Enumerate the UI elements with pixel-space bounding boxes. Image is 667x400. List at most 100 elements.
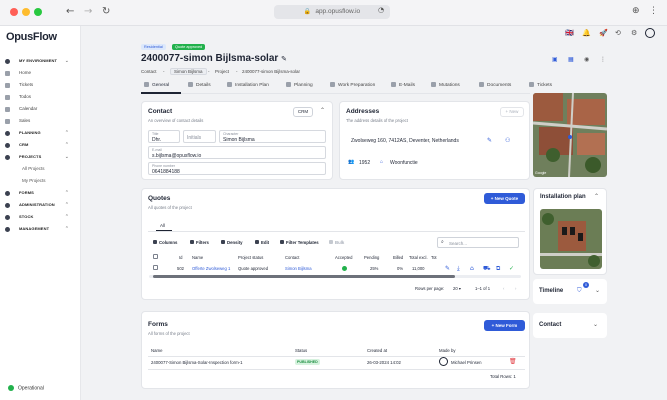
chevron-icon[interactable]: ⌃ xyxy=(65,225,69,233)
address-bar[interactable]: 🔒 app.opusflow.io xyxy=(274,5,390,19)
tab-details[interactable]: Details xyxy=(188,82,211,88)
tab-documents[interactable]: Documents xyxy=(479,82,511,88)
columns-button[interactable]: Columns xyxy=(153,240,177,245)
chevron-icon[interactable]: ⌄ xyxy=(65,57,69,65)
column-header-billed[interactable]: Billed xyxy=(393,255,403,260)
minimize-window-button[interactable] xyxy=(22,8,30,16)
tab-planning[interactable]: Planning xyxy=(286,82,313,88)
sidebar-item-home[interactable]: Home xyxy=(5,69,77,77)
collapse-chevron-icon[interactable]: ⌃ xyxy=(320,107,325,114)
collapse-chevron-icon[interactable]: ⌃ xyxy=(594,193,599,200)
select-all-checkbox[interactable] xyxy=(153,254,158,259)
chevron-icon[interactable]: ⌃ xyxy=(65,141,69,149)
avatar[interactable] xyxy=(645,28,655,38)
edit-row-icon[interactable]: ✎ xyxy=(445,265,450,272)
breadcrumb-contact-name[interactable]: Simon Bijlsma xyxy=(170,68,207,75)
sidebar-item-sales[interactable]: Sales xyxy=(5,117,77,125)
satellite-map[interactable] xyxy=(533,93,607,177)
tab-work-preparation[interactable]: Work Preparation xyxy=(330,82,375,88)
sidebar-item-forms[interactable]: FORMS ⌃ xyxy=(5,189,77,197)
bank-row-icon[interactable]: ⌂ xyxy=(470,265,474,272)
new-address-button[interactable]: + New xyxy=(500,107,524,117)
column-header-total-excl[interactable]: Total excl. xyxy=(409,255,428,260)
chevron-icon[interactable]: ⌃ xyxy=(65,213,69,221)
column-header-accepted[interactable]: Accepted xyxy=(335,255,352,260)
filter-templates-button[interactable]: Filter Templates xyxy=(280,240,319,245)
rocket-icon[interactable]: 🚀 xyxy=(599,29,608,37)
edit-address-icon[interactable]: ✎ xyxy=(487,137,492,144)
eye-icon[interactable]: ◉ xyxy=(584,56,589,63)
sidebar-item-my-environment[interactable]: MY ENVIRONMENT ⌄ xyxy=(5,57,77,65)
column-header-total[interactable]: Tot xyxy=(431,255,437,260)
search-input[interactable]: ⌕ Search... xyxy=(437,237,519,248)
sidebar-item-crm[interactable]: CRM ⌃ xyxy=(5,141,77,149)
download-row-icon[interactable]: ⤓ xyxy=(457,265,460,273)
cell-contact-link[interactable]: Simon Bijlsma xyxy=(285,266,312,271)
sidebar-item-administration[interactable]: ADMINISTRATION ⌃ xyxy=(5,201,77,209)
filters-button[interactable]: Filters xyxy=(190,240,209,245)
filter-icon[interactable]: ⛉ xyxy=(577,287,582,295)
new-quote-button[interactable]: + New Quote xyxy=(484,193,525,204)
truck-row-icon[interactable]: ⛟ xyxy=(483,265,491,273)
sidebar-item-all-projects[interactable]: All Projects xyxy=(5,165,77,173)
scrollbar-thumb[interactable] xyxy=(153,275,455,278)
download-icon[interactable]: ⊕ xyxy=(632,6,640,16)
sidebar-item-projects[interactable]: PROJECTS ⌄ xyxy=(5,153,77,161)
map-icon[interactable]: ▦ xyxy=(568,56,574,63)
edit-button[interactable]: Edit xyxy=(255,240,269,245)
column-header-contact[interactable]: Contact xyxy=(285,255,299,260)
tab-general[interactable]: General xyxy=(144,82,169,88)
reader-icon[interactable]: ◔ xyxy=(378,6,384,14)
sidebar-item-tickets[interactable]: Tickets xyxy=(5,81,77,89)
chevron-icon[interactable]: ⌃ xyxy=(65,189,69,197)
tab-mutations[interactable]: Mutations xyxy=(431,82,460,88)
row-checkbox[interactable] xyxy=(153,265,158,270)
tab-all[interactable]: All xyxy=(160,223,165,228)
reload-icon[interactable]: ↻ xyxy=(102,6,110,17)
sidebar-item-stock[interactable]: STOCK ⌃ xyxy=(5,213,77,221)
column-header-id[interactable]: Id xyxy=(179,255,183,260)
sidebar-item-my-projects[interactable]: My Projects xyxy=(5,177,77,185)
copy-row-icon[interactable]: ⧉ xyxy=(496,265,500,273)
more-vert-icon[interactable]: ⋮ xyxy=(600,56,606,63)
email-field[interactable]: E-mail s.bijlsma@opusflow.io xyxy=(148,146,326,159)
title-field[interactable]: Title Dhr. xyxy=(148,130,180,143)
phone-field[interactable]: Phone number 0641884188 xyxy=(148,162,326,175)
initials-field[interactable]: Initials xyxy=(183,130,216,143)
flag-uk-icon[interactable]: 🇬🇧 xyxy=(565,29,574,37)
rows-per-page-select[interactable]: 20 ▾ xyxy=(453,286,461,291)
gear-icon[interactable]: ⚙ xyxy=(631,29,637,37)
bell-icon[interactable]: 🔔 xyxy=(582,29,591,37)
chevron-icon[interactable]: ⌃ xyxy=(65,201,69,209)
history-icon[interactable]: ⟲ xyxy=(615,29,621,37)
breadcrumb-project[interactable]: Project xyxy=(215,69,229,74)
crm-button[interactable]: CRM xyxy=(293,107,313,117)
forms-column-name[interactable]: Name xyxy=(151,348,162,353)
sidebar-item-management[interactable]: MANAGEMENT ⌃ xyxy=(5,225,77,233)
link-address-icon[interactable]: ⚇ xyxy=(505,137,510,144)
approve-row-icon[interactable]: ✓ xyxy=(509,265,514,272)
expand-chevron-icon[interactable]: ⌄ xyxy=(595,287,600,294)
density-button[interactable]: Density xyxy=(221,240,243,245)
sidebar-item-planning[interactable]: PLANNING ⌃ xyxy=(5,129,77,137)
tab-installation-plan[interactable]: Installation Plan xyxy=(227,82,269,88)
breadcrumb-contact[interactable]: Contact xyxy=(141,69,157,74)
sidebar-item-calendar[interactable]: Calendar xyxy=(5,105,77,113)
sidebar-item-todos[interactable]: Todos xyxy=(5,93,77,101)
bulk-button[interactable]: Bulk xyxy=(329,240,344,245)
form-name-link[interactable]: 2400077-Simon Bijlsma-Solar-Inspection f… xyxy=(151,360,242,365)
tab-emails[interactable]: E-Mails xyxy=(391,82,415,88)
character-field[interactable]: Character Simon Bijlsma xyxy=(219,130,326,143)
forms-column-created[interactable]: Created at xyxy=(367,348,387,353)
next-page-icon[interactable]: › xyxy=(515,286,516,291)
column-header-name[interactable]: Name xyxy=(192,255,203,260)
maximize-window-button[interactable] xyxy=(34,8,42,16)
back-arrow-icon[interactable]: ← xyxy=(66,6,74,17)
horizontal-scrollbar[interactable] xyxy=(149,275,521,278)
forms-column-made-by[interactable]: Made by xyxy=(439,348,455,353)
chevron-icon[interactable]: ⌃ xyxy=(65,129,69,137)
edit-pencil-icon[interactable]: ✎ xyxy=(281,55,287,63)
installation-plan-image[interactable] xyxy=(540,209,602,269)
new-form-button[interactable]: + New Form xyxy=(484,320,525,331)
forms-column-status[interactable]: Status xyxy=(295,348,307,353)
